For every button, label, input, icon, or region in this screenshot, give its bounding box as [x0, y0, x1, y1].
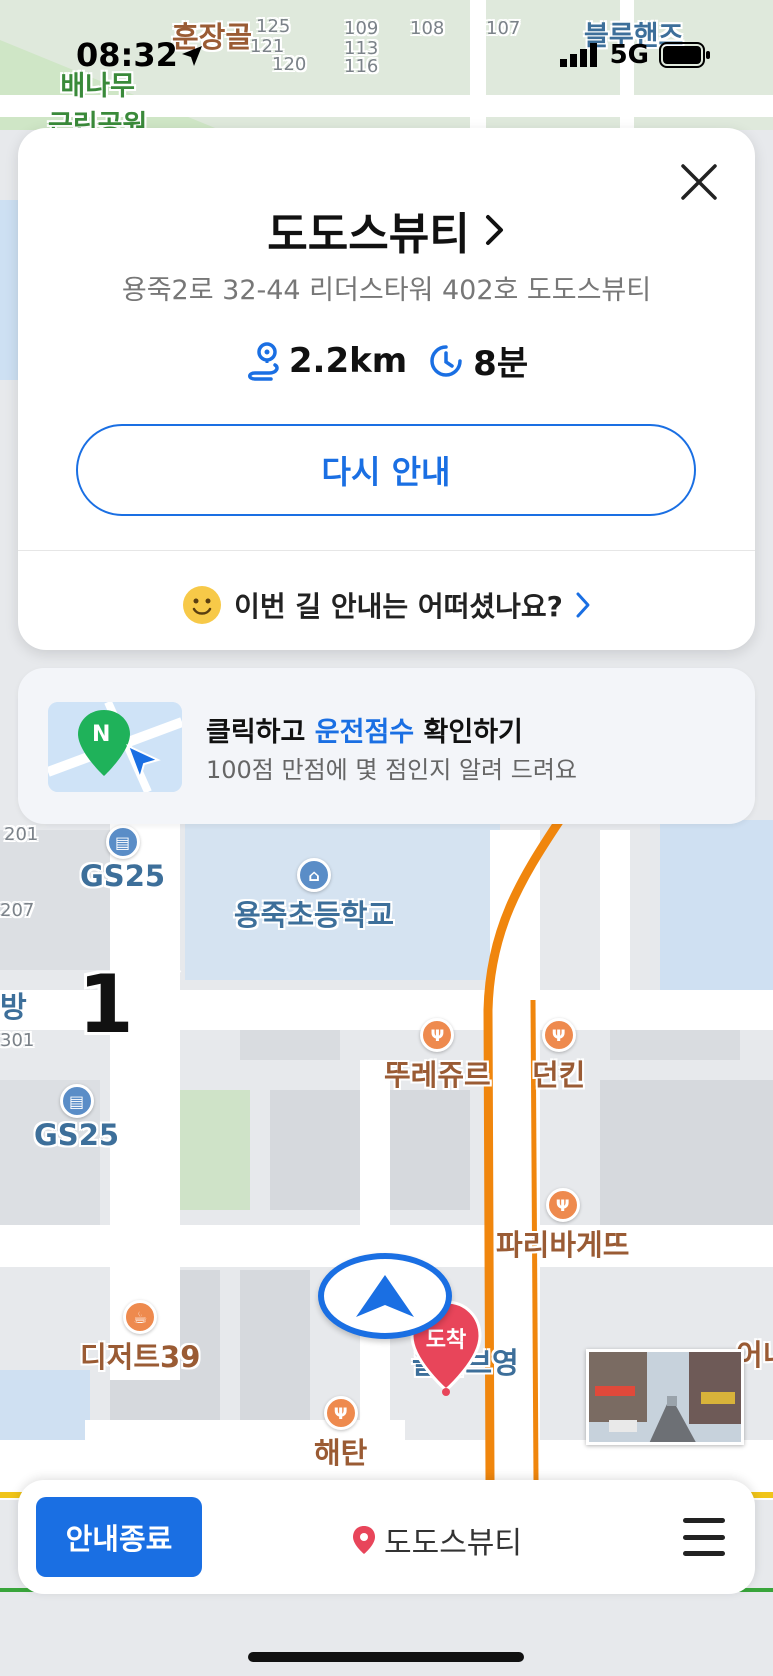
driving-score-banner[interactable]: N 클릭하고 운전점수 확인하기 100점 만점에 몇 점인지 알려 드려요	[18, 668, 755, 824]
menu-icon-line	[683, 1551, 725, 1556]
location-arrow-icon	[182, 46, 202, 66]
distance-info: 2.2km	[245, 341, 407, 381]
banner-title: 클릭하고 운전점수 확인하기	[206, 710, 523, 749]
battery-icon	[659, 42, 710, 68]
banner-title-highlight: 운전점수	[314, 717, 415, 748]
route-info: 2.2km 8분	[18, 336, 755, 385]
end-navigation-button[interactable]: 안내종료	[36, 1497, 202, 1577]
chevron-right-icon	[576, 592, 590, 618]
building-number: 109	[344, 18, 379, 39]
destination-title: 도도스뷰티	[267, 209, 470, 260]
card-divider	[18, 550, 755, 551]
poi-gs25-west[interactable]: ▤ GS25	[34, 1084, 119, 1152]
poi-label: 뚜레쥬르	[384, 1058, 491, 1092]
bottom-destination[interactable]: 도도스뷰티	[352, 1518, 522, 1562]
cafe-icon: ☕	[123, 1300, 158, 1334]
feedback-text: 이번 길 안내는 어떠셨나요?	[234, 590, 563, 623]
reroute-button[interactable]: 다시 안내	[76, 424, 696, 516]
building-number: 116	[344, 56, 379, 77]
poi-haetan[interactable]: Ψ 해탄	[314, 1396, 367, 1472]
poi-label: 던킨	[532, 1058, 586, 1092]
building-number: 301	[0, 1030, 35, 1051]
poi-label-left-edge: 방	[0, 990, 27, 1024]
duration-value: 8분	[473, 344, 529, 384]
building-number: 120	[272, 54, 307, 75]
distance-value: 2.2km	[288, 340, 408, 381]
menu-icon-line	[683, 1518, 725, 1523]
store-icon: ▤	[59, 1084, 94, 1118]
chevron-right-icon	[485, 215, 503, 245]
school-icon: ⌂	[297, 858, 332, 892]
poi-label: GS25	[34, 1118, 120, 1152]
destination-address: 용죽2로 32-44 리더스타워 402호 도도스뷰티	[121, 275, 652, 306]
restaurant-icon: Ψ	[420, 1018, 455, 1052]
status-time: 08:32	[76, 36, 178, 74]
close-icon	[681, 164, 717, 200]
building-number: 108	[410, 18, 445, 39]
street-view-image	[589, 1352, 741, 1442]
destination-card: 도도스뷰티 용죽2로 32-44 리더스타워 402호 도도스뷰티 2.2km …	[18, 128, 755, 650]
poi-school[interactable]: ⌂ 용죽초등학교	[234, 858, 394, 934]
building-number: 125	[256, 16, 291, 37]
map-navigation-icon	[48, 702, 182, 792]
poi-paris[interactable]: Ψ 파리바게뜨	[496, 1188, 629, 1264]
building-number: 207	[0, 900, 35, 921]
restaurant-icon: Ψ	[323, 1396, 358, 1430]
turn-number: 1	[78, 958, 134, 1051]
route-distance-icon	[247, 341, 279, 381]
poi-gs25-north[interactable]: ▤ GS25	[80, 825, 165, 893]
bottom-destination-label: 도도스뷰티	[384, 1526, 522, 1561]
poi-label: 디저트39	[80, 1340, 201, 1374]
restaurant-icon: Ψ	[545, 1188, 580, 1222]
signal-icon	[559, 43, 597, 67]
menu-button[interactable]	[681, 1512, 727, 1562]
smiley-icon	[183, 586, 222, 624]
banner-title-suffix: 확인하기	[414, 717, 523, 748]
clock-icon	[430, 344, 462, 377]
home-indicator[interactable]	[248, 1652, 524, 1662]
bottom-navigation-bar: 안내종료 도도스뷰티	[18, 1480, 755, 1594]
current-position-marker	[318, 1253, 452, 1339]
feedback-link[interactable]: 이번 길 안내는 어떠셨나요?	[18, 568, 755, 642]
restaurant-icon: Ψ	[541, 1018, 576, 1052]
network-type: 5G	[609, 40, 649, 70]
navigation-arrow-icon	[356, 1275, 414, 1317]
banner-title-prefix: 클릭하고	[206, 717, 315, 748]
status-indicators: 5G	[559, 40, 711, 70]
poi-dessert39[interactable]: ☕ 디저트39	[80, 1300, 200, 1376]
poi-label: 해탄	[314, 1436, 368, 1470]
banner-thumbnail-letter: N	[92, 722, 111, 747]
location-pin-icon	[353, 1526, 375, 1554]
store-icon: ▤	[105, 825, 140, 859]
destination-title-link[interactable]: 도도스뷰티	[18, 198, 755, 262]
duration-info: 8분	[427, 336, 528, 385]
building-number: 107	[486, 18, 521, 39]
banner-subtitle: 100점 만점에 몇 점인지 알려 드려요	[206, 756, 577, 784]
banner-thumbnail: N	[48, 702, 182, 792]
poi-label: 용죽초등학교	[234, 898, 395, 932]
street-view-thumbnail[interactable]	[586, 1349, 744, 1445]
menu-icon-line	[683, 1534, 725, 1540]
poi-dunkin[interactable]: Ψ 던킨	[532, 1018, 585, 1094]
poi-tlj[interactable]: Ψ 뚜레쥬르	[384, 1018, 491, 1094]
poi-label: GS25	[80, 859, 166, 893]
poi-label: 파리바게뜨	[496, 1228, 630, 1262]
building-number: 201	[4, 824, 39, 845]
